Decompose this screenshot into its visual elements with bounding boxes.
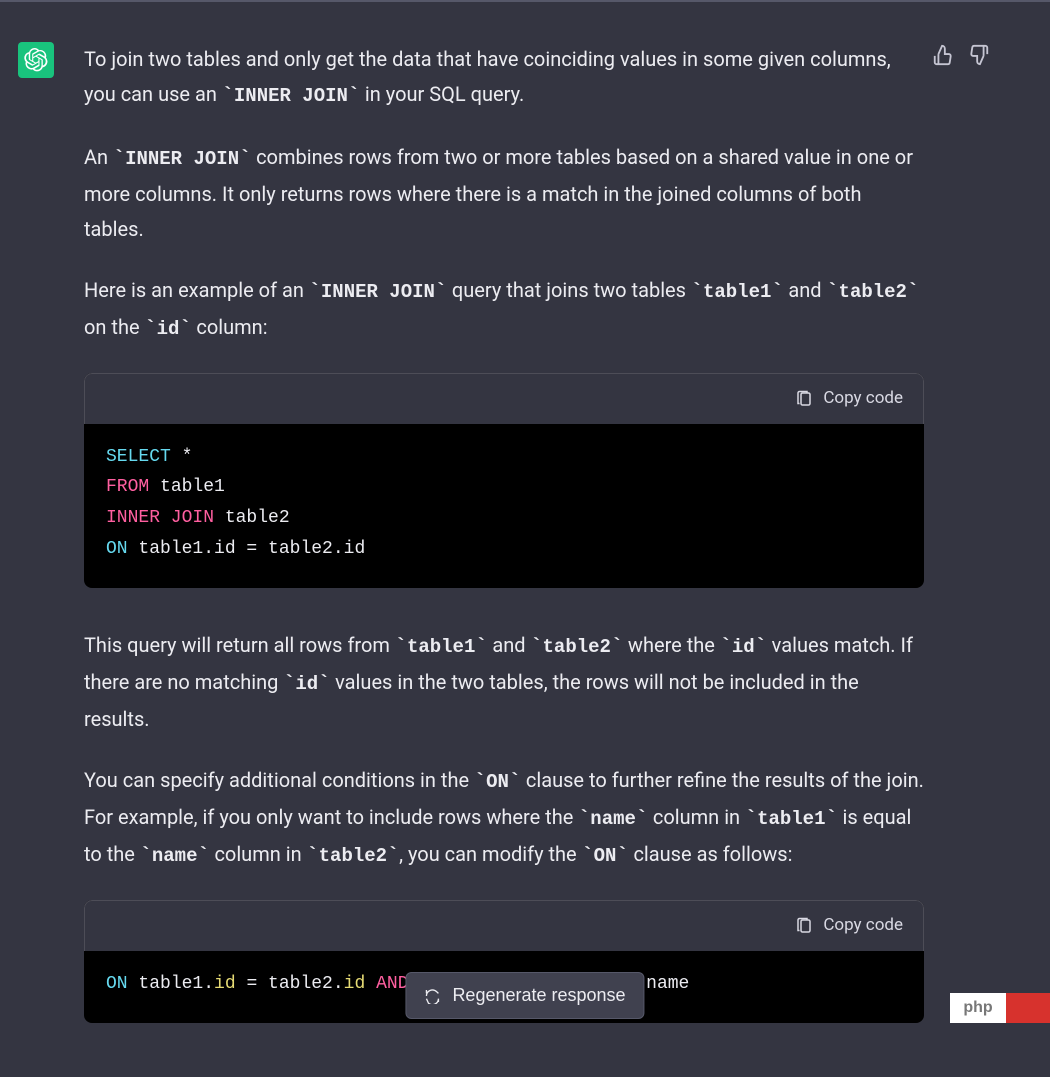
thumbs-down-button[interactable] [968, 42, 990, 64]
inline-code: INNER JOIN [125, 148, 239, 170]
inline-code: table2 [839, 281, 907, 303]
inline-code: name [152, 845, 198, 867]
paragraph-4: This query will return all rows from `ta… [84, 628, 924, 737]
inline-code: id [295, 673, 318, 695]
inline-code: table2 [543, 636, 611, 658]
inline-code: table1 [757, 808, 825, 830]
assistant-message: To join two tables and only get the data… [0, 2, 1050, 1077]
inline-code: table1 [703, 281, 771, 303]
inline-code: INNER JOIN [234, 85, 348, 107]
openai-logo-icon [24, 48, 48, 72]
refresh-icon [424, 988, 440, 1004]
paragraph-2: An `INNER JOIN` combines rows from two o… [84, 140, 924, 247]
clipboard-icon [795, 390, 813, 408]
thumbs-up-icon [932, 44, 954, 66]
message-content: To join two tables and only get the data… [84, 42, 924, 1063]
inline-code: table1 [407, 636, 475, 658]
copy-code-label: Copy code [823, 911, 903, 941]
inline-code: table2 [319, 845, 387, 867]
inline-code: ON [486, 771, 509, 793]
paragraph-3: Here is an example of an `INNER JOIN` qu… [84, 273, 924, 347]
copy-code-button[interactable]: Copy code [84, 373, 924, 424]
inline-code: ON [594, 845, 617, 867]
php-badge-text: php [950, 994, 1006, 1022]
code-block-1: Copy code SELECT * FROM table1 INNER JOI… [84, 373, 924, 588]
php-badge-accent [1006, 993, 1050, 1023]
code-content: SELECT * FROM table1 INNER JOIN table2 O… [84, 424, 924, 588]
regenerate-label: Regenerate response [452, 985, 625, 1006]
copy-code-label: Copy code [823, 384, 903, 414]
inline-code: name [590, 808, 636, 830]
assistant-avatar [18, 42, 54, 78]
inline-code: INNER JOIN [321, 281, 435, 303]
thumbs-down-icon [968, 44, 990, 66]
inline-code: id [732, 636, 755, 658]
paragraph-5: You can specify additional conditions in… [84, 763, 924, 874]
feedback-buttons [932, 42, 990, 64]
paragraph-1: To join two tables and only get the data… [84, 42, 924, 114]
php-watermark-badge: php [950, 993, 1050, 1023]
regenerate-response-button[interactable]: Regenerate response [405, 972, 644, 1019]
clipboard-icon [795, 917, 813, 935]
thumbs-up-button[interactable] [932, 42, 954, 64]
copy-code-button[interactable]: Copy code [84, 900, 924, 951]
inline-code: id [157, 318, 180, 340]
